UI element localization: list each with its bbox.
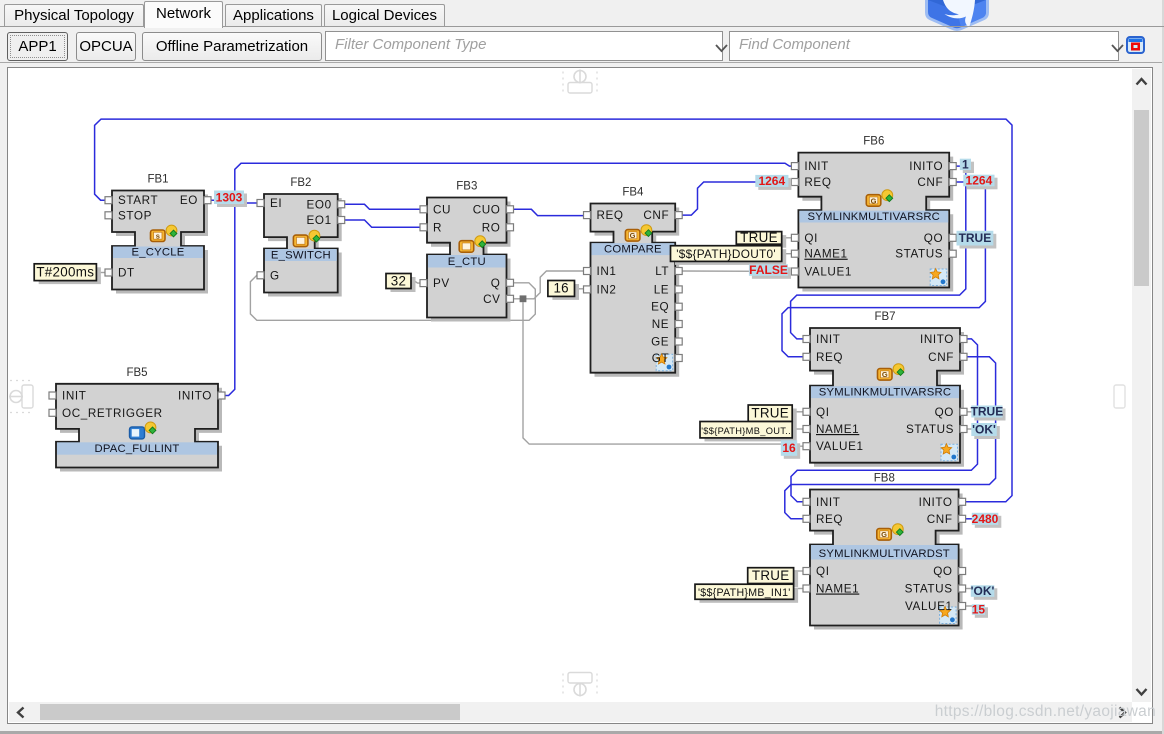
svg-text:PV: PV [433,277,450,290]
svg-text:FB6: FB6 [863,135,884,147]
svg-text:R: R [433,221,442,234]
svg-text:INITO: INITO [920,333,954,346]
svg-text:STATUS: STATUS [905,582,953,595]
svg-text:'$${PATH}MB_IN1': '$${PATH}MB_IN1' [698,587,791,599]
svg-text:G: G [881,530,887,539]
svg-text:OC_RETRIGGER: OC_RETRIGGER [62,406,163,419]
svg-text:VALUE1: VALUE1 [905,600,953,613]
svg-text:FB1: FB1 [147,173,168,185]
svg-text:T#200ms: T#200ms [36,264,94,279]
svg-text:G: G [871,196,877,205]
svg-text:FB8: FB8 [874,472,895,484]
svg-text:E_CTU: E_CTU [448,256,486,268]
svg-text:INIT: INIT [62,389,86,402]
svg-text:'OK': 'OK' [971,584,995,598]
svg-text:INIT: INIT [816,495,840,508]
svg-text:FB2: FB2 [290,177,311,189]
svg-text:INITO: INITO [909,160,943,173]
svg-text:DPAC_FULLINT: DPAC_FULLINT [94,443,179,455]
svg-text:16: 16 [553,280,569,295]
svg-text:QO: QO [924,231,943,244]
svg-text:SYMLINKMULTIVARSRC: SYMLINKMULTIVARSRC [819,386,952,398]
svg-text:s: s [156,231,160,240]
svg-text:CUO: CUO [473,203,501,216]
svg-text:VALUE1: VALUE1 [816,440,864,453]
svg-text:LE: LE [654,283,670,296]
svg-text:1303: 1303 [216,190,243,204]
svg-text:CNF: CNF [917,176,943,189]
svg-text:CNF: CNF [927,512,953,525]
svg-text:GE: GE [651,335,669,348]
svg-text:SYMLINKMULTIVARSRC: SYMLINKMULTIVARSRC [808,211,941,223]
svg-text:CNF: CNF [928,350,954,363]
svg-text:INIT: INIT [816,333,840,346]
svg-text:1264: 1264 [966,173,993,187]
svg-text:2480: 2480 [972,511,999,525]
svg-text:EO: EO [180,194,198,207]
svg-text:15: 15 [972,602,986,616]
svg-text:'$${PATH}DOUT0': '$${PATH}DOUT0' [676,246,776,260]
svg-text:INITO: INITO [919,495,953,508]
svg-text:1264: 1264 [758,173,785,187]
svg-text:'$${PATH}MB_OUT..: '$${PATH}MB_OUT.. [701,426,791,436]
svg-text:SYMLINKMULTIVARDST: SYMLINKMULTIVARDST [819,548,950,560]
svg-text:EQ: EQ [651,300,669,313]
svg-text:REQ: REQ [816,512,843,525]
svg-text:NAME1: NAME1 [816,582,859,595]
svg-text:QO: QO [935,405,954,418]
svg-text:TRUE: TRUE [740,230,778,245]
svg-text:REQ: REQ [816,350,843,363]
svg-text:REQ: REQ [597,209,624,222]
svg-text:STOP: STOP [118,209,152,222]
svg-text:QI: QI [804,231,818,244]
svg-text:VALUE1: VALUE1 [804,265,852,278]
svg-text:FB7: FB7 [874,311,895,323]
svg-text:G: G [630,231,636,240]
svg-text:DT: DT [118,266,135,279]
svg-text:32: 32 [391,273,407,288]
svg-text:QI: QI [816,565,830,578]
svg-text:G: G [882,370,888,379]
svg-text:E_SWITCH: E_SWITCH [271,249,331,261]
svg-text:EO0: EO0 [307,198,332,211]
svg-text:CV: CV [483,292,500,305]
svg-text:START: START [118,194,158,207]
svg-text:QI: QI [816,405,830,418]
svg-text:GT: GT [652,352,669,365]
svg-text:STATUS: STATUS [895,247,943,260]
svg-text:REQ: REQ [804,176,831,189]
svg-text:FB4: FB4 [622,186,644,198]
svg-text:NAME1: NAME1 [804,247,847,260]
svg-text:LT: LT [655,265,669,278]
svg-text:TRUE: TRUE [959,231,992,245]
svg-text:CU: CU [433,203,451,216]
svg-text:STATUS: STATUS [906,423,954,436]
svg-text:TRUE: TRUE [752,567,790,582]
svg-text:FALSE: FALSE [749,263,788,277]
svg-text:INITO: INITO [178,389,212,402]
svg-text:EI: EI [270,197,282,210]
svg-text:NE: NE [652,318,669,331]
svg-text:CNF: CNF [643,209,669,222]
svg-text:E_CYCLE: E_CYCLE [132,246,185,258]
svg-text:TRUE: TRUE [751,405,789,420]
svg-text:TRUE: TRUE [971,404,1004,418]
svg-text:FB5: FB5 [126,366,147,378]
svg-text:INIT: INIT [804,160,828,173]
svg-text:NAME1: NAME1 [816,423,859,436]
svg-text:COMPARE: COMPARE [604,243,662,255]
svg-text:16: 16 [782,441,796,455]
svg-text:1: 1 [962,157,969,171]
svg-text:IN1: IN1 [597,265,617,278]
svg-text:RO: RO [482,221,501,234]
svg-text:G: G [270,269,280,282]
svg-text:FB3: FB3 [456,180,477,192]
svg-text:QO: QO [933,565,952,578]
svg-text:IN2: IN2 [597,283,617,296]
svg-text:EO1: EO1 [307,214,332,227]
svg-text:'OK': 'OK' [972,422,996,436]
svg-text:Q: Q [491,276,501,289]
